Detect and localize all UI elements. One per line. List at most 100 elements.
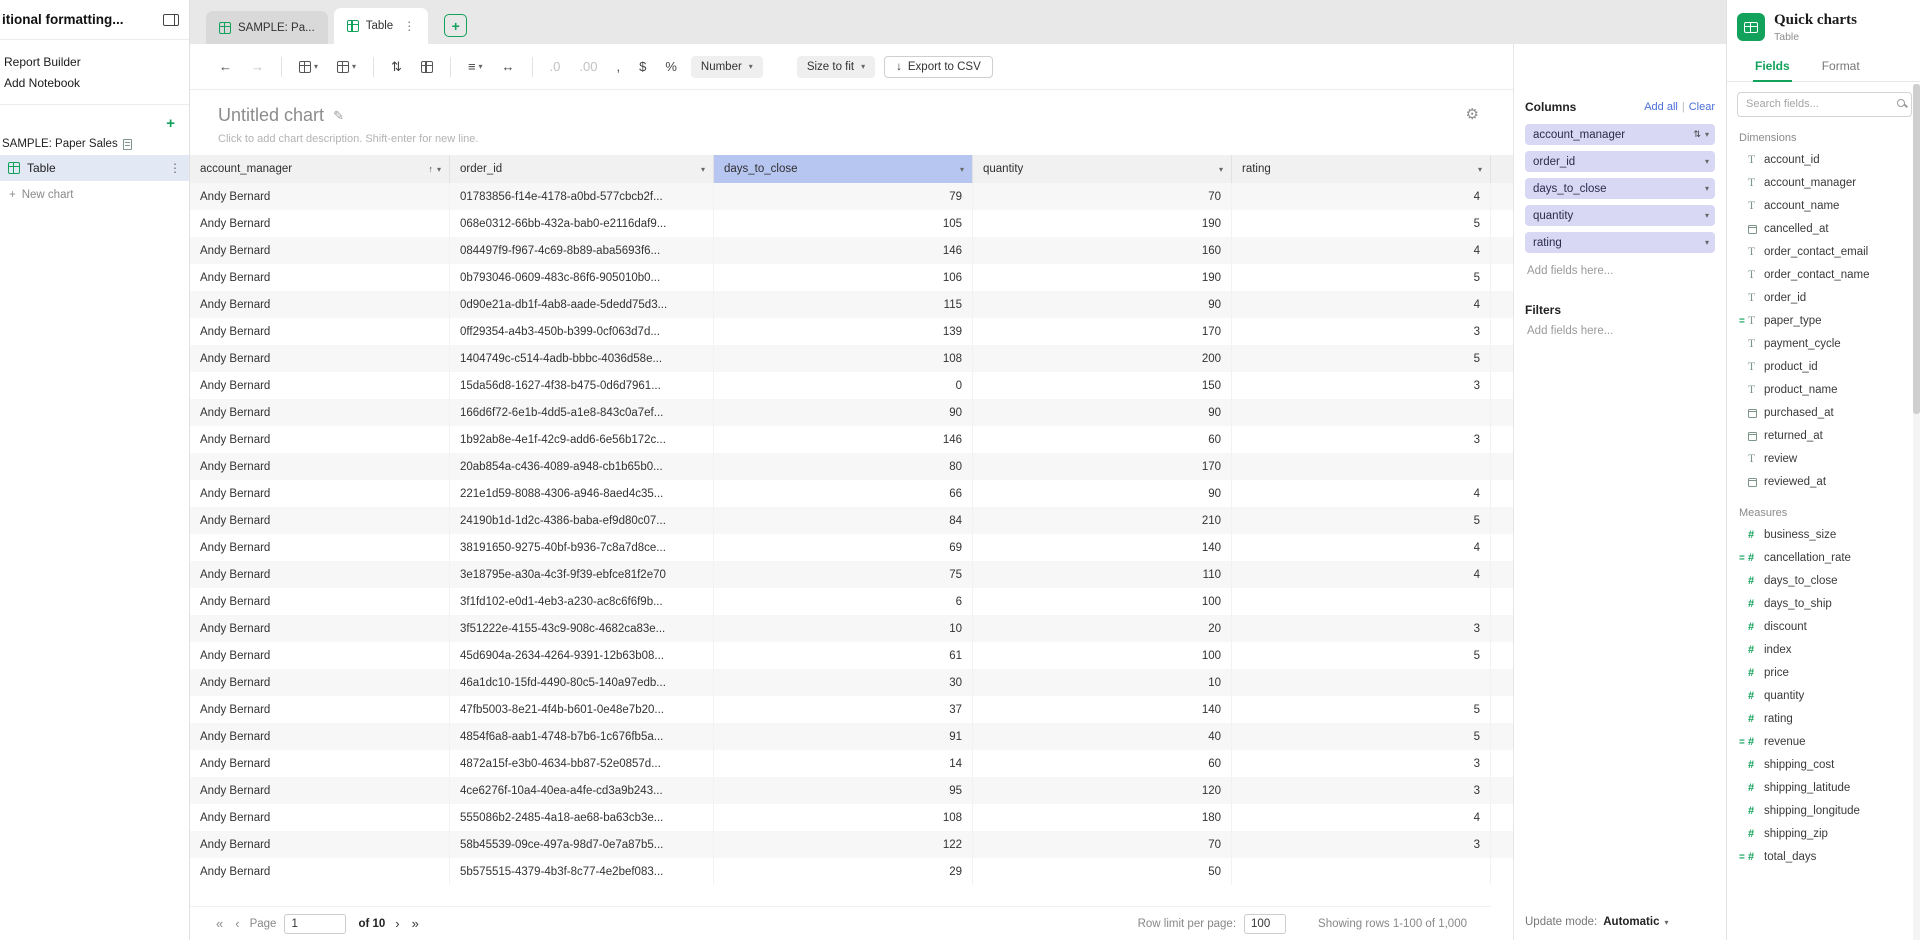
field-account_name[interactable]: Taccount_name xyxy=(1727,195,1920,218)
field-index[interactable]: #index xyxy=(1727,639,1920,662)
workspace-item[interactable]: SAMPLE: Paper Sales xyxy=(0,134,189,155)
tab-sample-paper-sales[interactable]: SAMPLE: Pa... xyxy=(206,11,328,44)
field-revenue[interactable]: =#revenue xyxy=(1727,731,1920,754)
tab-options-icon[interactable]: ⋮ xyxy=(403,19,415,33)
edit-title-pencil-icon[interactable]: ✎ xyxy=(333,108,344,124)
forward-button[interactable]: → xyxy=(246,56,269,77)
field-business_size[interactable]: #business_size xyxy=(1727,524,1920,547)
currency-format-button[interactable]: $ xyxy=(634,56,651,77)
number-format-dropdown[interactable]: Number▾ xyxy=(691,56,763,78)
last-page-button[interactable]: » xyxy=(410,916,421,931)
field-cancelled_at[interactable]: cancelled_at xyxy=(1727,218,1920,241)
field-cancellation_rate[interactable]: =#cancellation_rate xyxy=(1727,547,1920,570)
table-row[interactable]: Andy Bernard1b92ab8e-4e1f-42c9-add6-6e56… xyxy=(190,426,1513,453)
new-chart-button[interactable]: + New chart xyxy=(0,181,189,201)
sidebar-item-table[interactable]: Table ⋮ xyxy=(0,155,189,181)
tab-table[interactable]: Table ⋮ xyxy=(334,8,429,44)
table-row[interactable]: Andy Bernard221e1d59-8088-4306-a946-8aed… xyxy=(190,480,1513,507)
field-paper_type[interactable]: =Tpaper_type xyxy=(1727,310,1920,333)
tab-fields[interactable]: Fields xyxy=(1753,53,1792,82)
table-row[interactable]: Andy Bernard4854f6a8-aab1-4748-b7b6-1c67… xyxy=(190,723,1513,750)
freeze-rows-button[interactable]: ▾ xyxy=(294,58,323,76)
field-order_contact_name[interactable]: Torder_contact_name xyxy=(1727,264,1920,287)
table-row[interactable]: Andy Bernard01783856-f14e-4178-a0bd-577c… xyxy=(190,183,1513,210)
column-chip-order_id[interactable]: order_id▾ xyxy=(1525,151,1715,172)
collapse-panel-icon[interactable] xyxy=(163,14,179,26)
align-button[interactable]: ≡▾ xyxy=(463,56,488,77)
table-row[interactable]: Andy Bernard45d6904a-2634-4264-9391-12b6… xyxy=(190,642,1513,669)
field-reviewed_at[interactable]: reviewed_at xyxy=(1727,471,1920,494)
field-total_days[interactable]: =#total_days xyxy=(1727,846,1920,869)
table-row[interactable]: Andy Bernard3e18795e-a30a-4c3f-9f39-ebfc… xyxy=(190,561,1513,588)
field-days_to_close[interactable]: #days_to_close xyxy=(1727,570,1920,593)
field-days_to_ship[interactable]: #days_to_ship xyxy=(1727,593,1920,616)
filters-add-fields-placeholder[interactable]: Add fields here... xyxy=(1525,319,1715,353)
chart-description-placeholder[interactable]: Click to add chart description. Shift-en… xyxy=(218,133,478,145)
column-header-order_id[interactable]: order_id▾ xyxy=(450,155,714,183)
table-row[interactable]: Andy Bernard4ce6276f-10a4-40ea-a4fe-cd3a… xyxy=(190,777,1513,804)
scrollbar-thumb[interactable] xyxy=(1913,84,1920,414)
prev-page-button[interactable]: ‹ xyxy=(233,916,241,931)
field-discount[interactable]: #discount xyxy=(1727,616,1920,639)
clear-link[interactable]: Clear xyxy=(1689,101,1715,113)
size-to-fit-dropdown[interactable]: Size to fit▾ xyxy=(797,56,875,78)
table-row[interactable]: Andy Bernard3f51222e-4155-43c9-908c-4682… xyxy=(190,615,1513,642)
field-returned_at[interactable]: returned_at xyxy=(1727,425,1920,448)
table-row[interactable]: Andy Bernard166d6f72-6e1b-4dd5-a1e8-843c… xyxy=(190,399,1513,426)
field-rating[interactable]: #rating xyxy=(1727,708,1920,731)
field-product_id[interactable]: Tproduct_id xyxy=(1727,356,1920,379)
increase-decimal-button[interactable]: .00 xyxy=(574,56,602,77)
table-row[interactable]: Andy Bernard38191650-9275-40bf-b936-7c8a… xyxy=(190,534,1513,561)
freeze-columns-button[interactable]: ▾ xyxy=(332,58,361,76)
table-row[interactable]: Andy Bernard24190b1d-1d2c-4386-baba-ef9d… xyxy=(190,507,1513,534)
field-order_contact_email[interactable]: Torder_contact_email xyxy=(1727,241,1920,264)
field-shipping_longitude[interactable]: #shipping_longitude xyxy=(1727,800,1920,823)
field-shipping_latitude[interactable]: #shipping_latitude xyxy=(1727,777,1920,800)
field-order_id[interactable]: Torder_id xyxy=(1727,287,1920,310)
column-header-account_manager[interactable]: account_manager↑▾ xyxy=(190,155,450,183)
table-row[interactable]: Andy Bernard084497f9-f967-4c69-8b89-aba5… xyxy=(190,237,1513,264)
new-tab-button[interactable]: + xyxy=(444,14,467,37)
search-fields-input[interactable] xyxy=(1737,92,1912,117)
sidebar-item-add-notebook[interactable]: Add Notebook xyxy=(2,69,189,90)
table-row[interactable]: Andy Bernard58b45539-09ce-497a-98d7-0e7a… xyxy=(190,831,1513,858)
table-row[interactable]: Andy Bernard4872a15f-e3b0-4634-bb87-52e0… xyxy=(190,750,1513,777)
table-row[interactable]: Andy Bernard15da56d8-1627-4f38-b475-0d6d… xyxy=(190,372,1513,399)
columns-add-fields-placeholder[interactable]: Add fields here... xyxy=(1525,259,1715,293)
field-account_id[interactable]: Taccount_id xyxy=(1727,149,1920,172)
text-width-button[interactable]: ↔ xyxy=(497,56,520,77)
table-row[interactable]: Andy Bernard1404749c-c514-4adb-bbbc-4036… xyxy=(190,345,1513,372)
sort-button[interactable]: ⇅ xyxy=(386,56,407,78)
field-purchased_at[interactable]: purchased_at xyxy=(1727,402,1920,425)
add-all-link[interactable]: Add all xyxy=(1644,101,1678,113)
chart-title[interactable]: Untitled chart xyxy=(218,105,324,126)
first-page-button[interactable]: « xyxy=(214,916,225,931)
table-row[interactable]: Andy Bernard555086b2-2485-4a18-ae68-ba63… xyxy=(190,804,1513,831)
field-product_name[interactable]: Tproduct_name xyxy=(1727,379,1920,402)
table-row[interactable]: Andy Bernard20ab854a-c436-4089-a948-cb1b… xyxy=(190,453,1513,480)
field-shipping_zip[interactable]: #shipping_zip xyxy=(1727,823,1920,846)
percent-format-button[interactable]: % xyxy=(660,56,682,77)
field-price[interactable]: #price xyxy=(1727,662,1920,685)
field-quantity[interactable]: #quantity xyxy=(1727,685,1920,708)
column-chip-rating[interactable]: rating▾ xyxy=(1525,232,1715,253)
export-csv-button[interactable]: ↓Export to CSV xyxy=(884,56,993,78)
decrease-decimal-button[interactable]: .0 xyxy=(545,56,566,77)
comma-format-button[interactable]: , xyxy=(611,56,625,77)
field-payment_cycle[interactable]: Tpayment_cycle xyxy=(1727,333,1920,356)
back-button[interactable]: ← xyxy=(214,56,237,77)
column-header-rating[interactable]: rating▾ xyxy=(1232,155,1491,183)
column-chip-account_manager[interactable]: account_manager⇅▾ xyxy=(1525,124,1715,145)
table-row[interactable]: Andy Bernard068e0312-66bb-432a-bab0-e211… xyxy=(190,210,1513,237)
table-row[interactable]: Andy Bernard0b793046-0609-483c-86f6-9050… xyxy=(190,264,1513,291)
table-row[interactable]: Andy Bernard3f1fd102-e0d1-4eb3-a230-ac8c… xyxy=(190,588,1513,615)
column-header-quantity[interactable]: quantity▾ xyxy=(973,155,1232,183)
page-input[interactable] xyxy=(284,914,346,934)
add-item-icon[interactable]: + xyxy=(166,115,175,132)
table-row[interactable]: Andy Bernard5b575515-4379-4b3f-8c77-4e2b… xyxy=(190,858,1513,885)
column-header-days_to_close[interactable]: days_to_close▾ xyxy=(714,155,973,183)
field-account_manager[interactable]: Taccount_manager xyxy=(1727,172,1920,195)
field-review[interactable]: Treview xyxy=(1727,448,1920,471)
table-row[interactable]: Andy Bernard47fb5003-8e21-4f4b-b601-0e48… xyxy=(190,696,1513,723)
more-options-icon[interactable]: ⋮ xyxy=(169,161,181,175)
